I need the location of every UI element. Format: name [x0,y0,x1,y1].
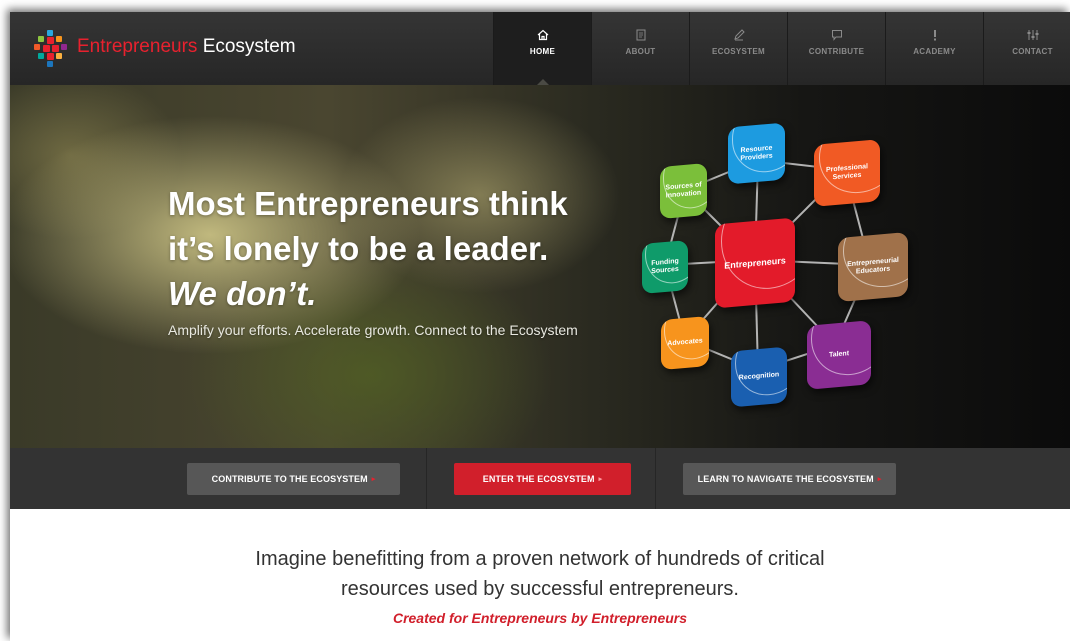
sliders-icon [984,29,1070,43]
button-label: CONTRIBUTE TO THE ECOSYSTEM [211,474,368,484]
nav-item-about[interactable]: ABOUT [591,12,689,85]
ecosystem-node-entrepreneurs[interactable]: Entrepreneurs [715,217,795,309]
nav-label: CONTRIBUTE [808,47,865,56]
arrow-right-icon: ▸ [371,476,376,483]
ecosystem-node-advocates[interactable]: Advocates [661,315,709,371]
exclamation-icon [886,29,983,43]
node-label: Resource Providers [740,144,773,162]
tagline: Created for Entrepreneurs by Entrepreneu… [392,610,688,626]
button-label: ENTER THE ECOSYSTEM [482,474,595,484]
ecosystem-node-resource-providers[interactable]: Resource Providers [728,122,785,185]
call-to-action-bar: CONTRIBUTE TO THE ECOSYSTEM ▸ ENTER THE … [10,448,1070,509]
ecosystem-node-sources-of-innovation[interactable]: Sources of Innovation [660,162,707,220]
brand-name[interactable]: Entrepreneurs Ecosystem [77,36,296,58]
nav-item-contact[interactable]: CONTACT [983,12,1070,85]
ecosystem-node-entrepreneurial-educators[interactable]: Entrepreneurial Educators [838,231,908,303]
learn-to-navigate-button[interactable]: LEARN TO NAVIGATE THE ECOSYSTEM ▸ [683,463,896,495]
brand-logo-icon[interactable] [34,30,67,67]
ecosystem-node-funding-sources[interactable]: Funding Sources [642,239,688,295]
node-label: Advocates [667,337,703,348]
node-label: Entrepreneurial Educators [847,256,899,276]
intro-line-1: Imagine benefitting from a proven networ… [255,548,825,570]
hero-headline: Most Entrepreneurs think it’s lonely to … [168,181,568,316]
divider [655,448,656,509]
ecosystem-node-talent[interactable]: Talent [807,320,871,390]
intro-text: Imagine benefitting from a proven networ… [10,544,1070,604]
ecosystem-node-recognition[interactable]: Recognition [731,346,787,408]
top-navigation: Entrepreneurs Ecosystem HOME ABOUT ECOSY… [10,12,1070,85]
hero-banner: Most Entrepreneurs think it’s lonely to … [10,85,1070,448]
node-label: Funding Sources [651,257,679,276]
intro-line-2: resources used by successful entrepreneu… [341,578,739,600]
nav-label: ABOUT [625,47,656,56]
hero-line-2: it’s lonely to be a leader. [168,230,549,267]
nav-label: CONTACT [1012,47,1053,56]
nav-item-academy[interactable]: ACADEMY [885,12,983,85]
contribute-to-ecosystem-button[interactable]: CONTRIBUTE TO THE ECOSYSTEM ▸ [187,463,400,495]
home-icon [494,29,591,43]
hero-subtitle: Amplify your efforts. Accelerate growth.… [168,322,578,338]
arrow-right-icon: ▸ [598,476,603,483]
node-label: Sources of Innovation [665,181,702,200]
nav-label: ACADEMY [913,47,956,56]
button-label: LEARN TO NAVIGATE THE ECOSYSTEM [697,474,874,484]
node-label: Talent [828,350,850,359]
node-label: Professional Services [825,163,868,182]
nav-label: ECOSYSTEM [712,47,765,56]
nav-item-home[interactable]: HOME [493,12,591,85]
main-menu: HOME ABOUT ECOSYSTEM CONTRIBUTE ACADEMY … [493,12,1070,85]
ecosystem-node-professional-services[interactable]: Professional Services [814,139,880,207]
pencil-icon [690,29,787,43]
node-label-center: Entrepreneurs [724,255,786,271]
hero-line-3: We don’t. [168,275,317,312]
browser-page: Entrepreneurs Ecosystem HOME ABOUT ECOSY… [10,12,1070,641]
hero-line-1: Most Entrepreneurs think [168,185,568,222]
nav-item-contribute[interactable]: CONTRIBUTE [787,12,885,85]
speech-bubble-icon [788,29,885,43]
node-label: Recognition [738,371,780,382]
divider [426,448,427,509]
brand-name-white: Ecosystem [202,36,296,57]
nav-item-ecosystem[interactable]: ECOSYSTEM [689,12,787,85]
arrow-right-icon: ▸ [877,476,882,483]
brand-name-red: Entrepreneurs [77,36,198,57]
nav-label: HOME [529,47,556,56]
document-icon [592,29,689,43]
enter-ecosystem-button[interactable]: ENTER THE ECOSYSTEM ▸ [454,463,631,495]
